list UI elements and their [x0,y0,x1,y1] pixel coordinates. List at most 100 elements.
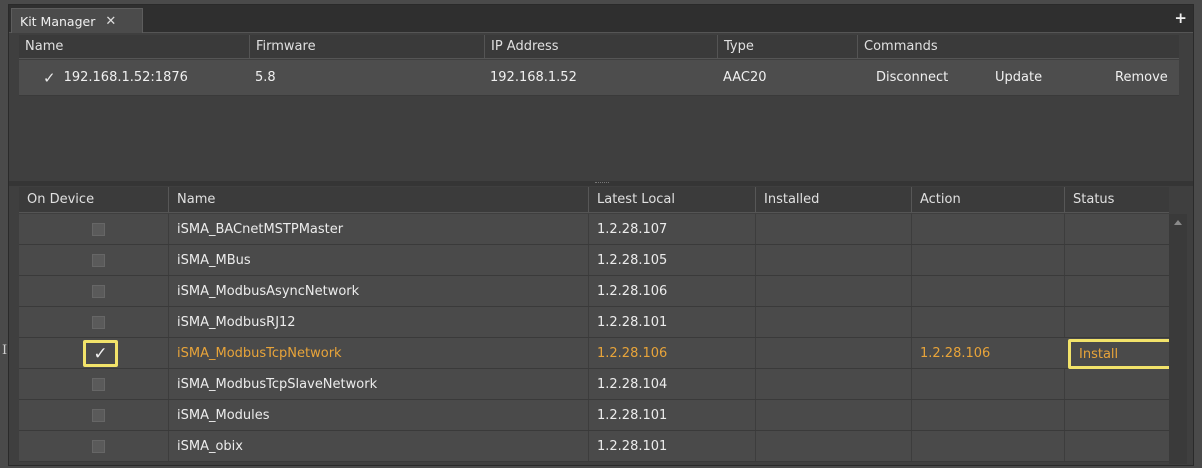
on-device-checkbox[interactable] [92,285,105,298]
col-on-device[interactable]: On Device [19,187,168,212]
on-device-cell [19,369,168,399]
kit-status-cell [1064,276,1169,306]
connection-table-empty-area [19,97,1179,173]
kit-latest-local-cell: 1.2.28.101 [588,400,755,430]
on-device-checkbox-checked[interactable]: ✓ [83,340,118,367]
tab-strip: Kit Manager ✕ + [9,5,1193,33]
col-ip-address[interactable]: IP Address [484,35,717,58]
tab-title: Kit Manager [20,13,96,29]
connection-table-header: Name Firmware IP Address Type Commands [19,35,1179,59]
on-device-checkbox[interactable] [92,316,105,329]
kit-status-cell [1064,369,1169,399]
text-cursor-icon: I [2,343,8,358]
col-latest-local[interactable]: Latest Local [588,187,755,212]
panel-splitter[interactable] [9,181,1193,186]
kit-name-cell: iSMA_MBus [168,245,588,275]
kit-latest-local-cell: 1.2.28.106 [588,276,755,306]
kit-action-cell: 1.2.28.106 [911,338,1064,368]
kit-row[interactable]: ✓ iSMA_ModbusTcpNetwork 1.2.28.106 1.2.28.1… [19,338,1174,369]
col-action[interactable]: Action [911,187,1064,212]
kit-name-cell: iSMA_BACnetMSTPMaster [168,214,588,244]
on-device-cell [19,307,168,337]
on-device-cell [19,245,168,275]
kit-action-cell [911,400,1064,430]
col-firmware[interactable]: Firmware [249,35,484,58]
kit-installed-cell [755,245,911,275]
kit-row[interactable]: iSMA_MBus 1.2.28.105 [19,245,1169,276]
close-icon[interactable]: ✕ [105,14,116,29]
kit-name-cell: iSMA_ModbusAsyncNetwork [168,276,588,306]
connection-row[interactable]: ✓ 192.168.1.52:1876 5.8 192.168.1.52 AAC… [19,60,1179,96]
kit-name-cell: iSMA_ModbusRJ12 [168,307,588,337]
kit-latest-local-cell: 1.2.28.101 [588,307,755,337]
kit-latest-local-cell: 1.2.28.101 [588,431,755,461]
kit-name-cell: iSMA_ModbusTcpNetwork [168,338,588,368]
kit-installed-cell [755,400,911,430]
kit-action-cell [911,245,1064,275]
check-icon: ✓ [43,68,56,87]
col-name[interactable]: Name [19,35,249,58]
kit-row[interactable]: iSMA_obix 1.2.28.101 [19,431,1169,462]
add-tab-icon[interactable]: + [1174,9,1187,27]
kit-installed-cell [755,214,911,244]
on-device-cell [19,400,168,430]
disconnect-button[interactable]: Disconnect [876,60,948,95]
kit-installed-cell [755,338,911,368]
kit-action-cell [911,431,1064,461]
connection-name: 192.168.1.52:1876 [63,70,188,85]
col-commands[interactable]: Commands [857,35,1179,58]
on-device-cell: ✓ [19,338,168,368]
kit-installed-cell [755,276,911,306]
kit-installed-cell [755,369,911,399]
connection-name-cell: ✓ 192.168.1.52:1876 [19,60,249,95]
kit-action-cell [911,214,1064,244]
col-type[interactable]: Type [717,35,857,58]
kit-row[interactable]: iSMA_ModbusRJ12 1.2.28.101 [19,307,1169,338]
connection-type: AAC20 [723,70,767,85]
remove-button[interactable]: Remove [1115,60,1168,95]
on-device-cell [19,214,168,244]
on-device-cell [19,276,168,306]
kit-row[interactable]: iSMA_BACnetMSTPMaster 1.2.28.107 [19,214,1169,245]
col-status[interactable]: Status [1064,187,1169,212]
kits-table-header: On Device Name Latest Local Installed Ac… [19,187,1169,213]
on-device-checkbox[interactable] [92,440,105,453]
kit-action-cell [911,369,1064,399]
kit-name-cell: iSMA_obix [168,431,588,461]
kit-action-cell [911,307,1064,337]
vertical-scrollbar[interactable] [1169,214,1187,464]
connection-firmware: 5.8 [255,70,276,85]
kit-row[interactable]: iSMA_ModbusAsyncNetwork 1.2.28.106 [19,276,1169,307]
kit-latest-local-cell: 1.2.28.105 [588,245,755,275]
kit-status-cell[interactable]: Install [1068,339,1174,369]
col-installed[interactable]: Installed [755,187,911,212]
kit-name-cell: iSMA_ModbusTcpSlaveNetwork [168,369,588,399]
kit-latest-local-cell: 1.2.28.107 [588,214,755,244]
kit-installed-cell [755,307,911,337]
kit-status-cell [1064,245,1169,275]
on-device-checkbox[interactable] [92,223,105,236]
kit-latest-local-cell: 1.2.28.106 [588,338,755,368]
connection-ip: 192.168.1.52 [490,70,577,85]
kits-table-body: iSMA_BACnetMSTPMaster 1.2.28.107 iSMA_MBus… [19,214,1174,464]
kit-status-cell [1064,307,1169,337]
on-device-checkbox[interactable] [92,409,105,422]
kit-manager-window: Kit Manager ✕ + Name Firmware IP Address… [8,4,1194,466]
kit-status-cell [1064,214,1169,244]
on-device-checkbox[interactable] [92,378,105,391]
tab-kit-manager[interactable]: Kit Manager ✕ [11,8,143,33]
kit-row[interactable]: iSMA_Modules 1.2.28.101 [19,400,1169,431]
kit-status-cell [1064,400,1169,430]
scroll-up-icon[interactable] [1174,220,1182,225]
kit-row[interactable]: iSMA_ModbusTcpSlaveNetwork 1.2.28.104 [19,369,1169,400]
update-button[interactable]: Update [995,60,1042,95]
kit-latest-local-cell: 1.2.28.104 [588,369,755,399]
splitter-grip[interactable] [595,182,609,184]
col-kit-name[interactable]: Name [168,187,588,212]
kit-action-cell [911,276,1064,306]
kit-status-cell [1064,431,1169,461]
kit-installed-cell [755,431,911,461]
on-device-checkbox[interactable] [92,254,105,267]
on-device-cell [19,431,168,461]
kit-name-cell: iSMA_Modules [168,400,588,430]
